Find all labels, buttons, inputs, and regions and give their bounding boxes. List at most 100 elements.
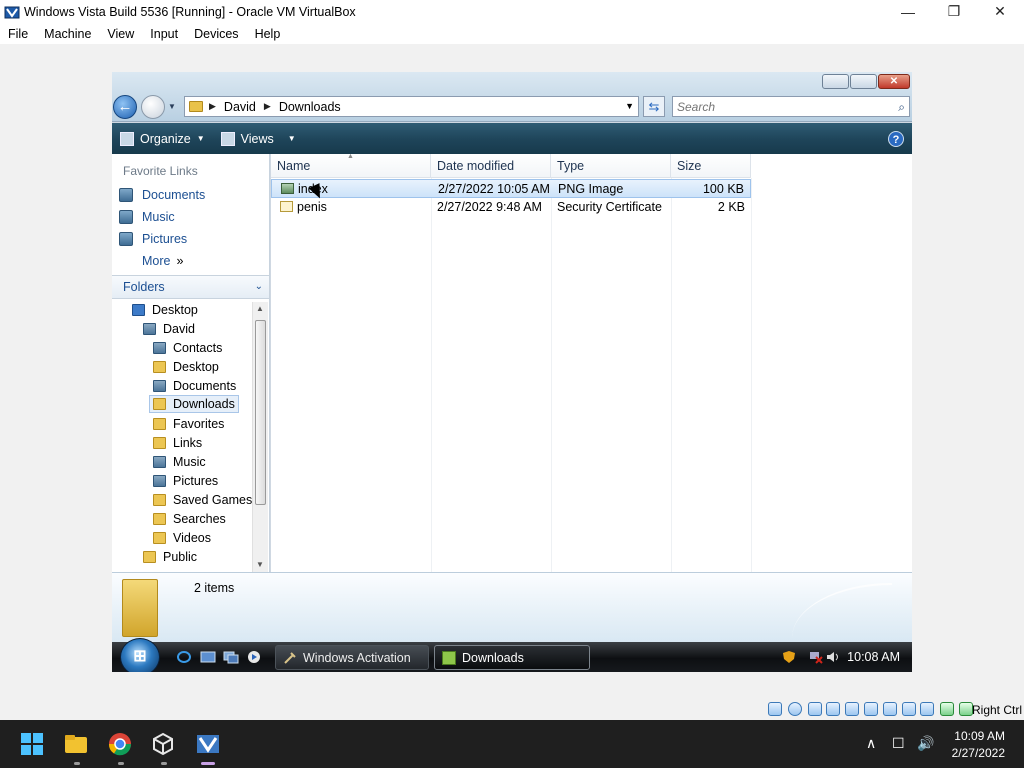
search-box[interactable]: ⌕ (672, 96, 910, 117)
restore-button[interactable]: ❐ (931, 0, 977, 23)
chevron-down-icon: ▼ (196, 134, 205, 143)
taskbar-button-windows-activation[interactable]: Windows Activation (275, 645, 429, 670)
recent-pages-dropdown[interactable]: ▼ (168, 102, 176, 111)
host-clock[interactable]: 10:09 AM 2/27/2022 (952, 728, 1005, 762)
favorite-link-pictures[interactable]: Pictures (119, 232, 187, 246)
tree-item-label: Downloads (173, 397, 235, 411)
favorite-links-more[interactable]: More » (142, 254, 183, 268)
network-icon[interactable]: ☐ (892, 735, 905, 752)
menu-input[interactable]: Input (142, 27, 186, 41)
guest-close-button[interactable]: ✕ (878, 74, 910, 89)
favorite-link-music[interactable]: Music (119, 210, 175, 224)
switch-windows-icon[interactable] (223, 650, 239, 664)
windows-start-icon[interactable] (20, 732, 44, 756)
tree-item-saved-games[interactable]: Saved Games (153, 491, 255, 509)
tree-item-documents[interactable]: Documents (153, 377, 239, 395)
help-icon[interactable]: ? (888, 131, 904, 147)
network-disconnected-icon[interactable] (809, 650, 823, 664)
mouse-integration-icon[interactable] (959, 702, 973, 716)
breadcrumb-david[interactable]: David (224, 100, 256, 114)
tree-item-user-desktop[interactable]: Desktop (153, 358, 222, 376)
tree-item-links[interactable]: Links (153, 434, 205, 452)
menu-view[interactable]: View (99, 27, 142, 41)
shared-folders-icon[interactable] (864, 702, 878, 716)
volume-icon[interactable]: 🔊 (917, 735, 934, 752)
internet-explorer-icon[interactable] (176, 650, 192, 664)
user-folder-icon (143, 323, 156, 335)
network-icon[interactable] (826, 702, 840, 716)
virtualbox-icon (4, 6, 20, 18)
back-button[interactable]: ← (113, 95, 137, 119)
show-desktop-icon[interactable] (200, 650, 216, 664)
start-button[interactable]: ⊞ (120, 638, 160, 672)
scroll-up-icon[interactable]: ▲ (256, 304, 264, 313)
breadcrumb-arrow-icon[interactable]: ▶ (264, 101, 271, 112)
audio-icon[interactable] (808, 702, 822, 716)
tree-item-public[interactable]: Public (143, 548, 200, 566)
refresh-button[interactable]: ⇆ (643, 96, 665, 117)
chrome-icon[interactable] (108, 732, 132, 756)
breadcrumb-downloads[interactable]: Downloads (279, 100, 341, 114)
menu-devices[interactable]: Devices (186, 27, 246, 41)
file-explorer-icon[interactable] (64, 732, 88, 756)
views-button[interactable]: Views ▼ (220, 131, 296, 146)
column-header-size[interactable]: Size (671, 154, 751, 178)
tree-item-favorites[interactable]: Favorites (153, 415, 227, 433)
guest-screen[interactable]: ✕ ← ▼ ▶ David ▶ Downloads ▼ ⇆ ⌕ Organize… (112, 72, 912, 672)
favorite-link-documents[interactable]: Documents (119, 188, 205, 202)
scrollbar-thumb[interactable] (255, 320, 266, 505)
guest-additions-icon[interactable] (940, 702, 954, 716)
tree-item-videos[interactable]: Videos (153, 529, 214, 547)
virtual-machine-window-icon[interactable] (196, 732, 220, 756)
tree-item-searches[interactable]: Searches (153, 510, 229, 528)
organize-button[interactable]: Organize ▼ (120, 131, 205, 146)
column-header-type[interactable]: Type (551, 154, 671, 178)
security-shield-icon[interactable] (782, 650, 796, 664)
search-input[interactable] (677, 99, 887, 114)
media-player-icon[interactable] (246, 650, 262, 664)
folder-icon (153, 437, 166, 449)
tree-item-david[interactable]: David (143, 320, 198, 338)
guest-clock[interactable]: 10:08 AM (847, 650, 900, 664)
menu-help[interactable]: Help (247, 27, 289, 41)
scroll-down-icon[interactable]: ▼ (256, 560, 264, 569)
virtualbox-cube-icon[interactable] (151, 732, 175, 756)
chevron-down-icon: ▼ (287, 134, 296, 143)
host-key-label: Right Ctrl (971, 703, 1022, 717)
search-icon[interactable]: ⌕ (898, 100, 905, 115)
tree-item-downloads[interactable]: Downloads (149, 395, 239, 413)
address-dropdown-icon[interactable]: ▼ (625, 101, 634, 111)
tree-item-label: Public (163, 550, 198, 564)
tree-item-contacts[interactable]: Contacts (153, 339, 225, 357)
virtualization-icon[interactable] (920, 702, 934, 716)
guest-minimize-button[interactable] (822, 74, 849, 89)
file-row-penis[interactable]: penis 2/27/2022 9:48 AM Security Certifi… (271, 198, 751, 217)
folders-label: Folders (123, 280, 165, 294)
volume-icon[interactable] (826, 650, 840, 664)
guest-maximize-button[interactable] (850, 74, 877, 89)
chevron-up-icon[interactable]: ∧ (866, 735, 876, 752)
close-button[interactable]: ✕ (977, 0, 1023, 23)
display-icon[interactable] (883, 702, 897, 716)
folder-tree-scrollbar[interactable]: ▲ ▼ (252, 302, 268, 572)
address-bar[interactable]: ▶ David ▶ Downloads ▼ (184, 96, 639, 117)
hard-disk-icon[interactable] (768, 702, 782, 716)
tree-item-label: Searches (173, 512, 226, 526)
column-header-name[interactable]: Name ▲ (271, 153, 431, 178)
forward-button[interactable] (141, 95, 165, 119)
column-header-date[interactable]: Date modified (431, 154, 551, 178)
optical-drive-icon[interactable] (788, 702, 802, 716)
menu-file[interactable]: File (0, 27, 36, 41)
minimize-button[interactable]: — (885, 0, 931, 23)
menu-machine[interactable]: Machine (36, 27, 99, 41)
file-row-index[interactable]: index 2/27/2022 10:05 AM PNG Image 100 K… (271, 179, 751, 198)
tree-item-pictures[interactable]: Pictures (153, 472, 221, 490)
breadcrumb-arrow-icon[interactable]: ▶ (209, 101, 216, 112)
favorite-link-label: Pictures (142, 232, 188, 246)
taskbar-button-downloads[interactable]: Downloads (434, 645, 590, 670)
tree-item-desktop[interactable]: Desktop (132, 301, 201, 319)
usb-icon[interactable] (845, 702, 859, 716)
recording-icon[interactable] (902, 702, 916, 716)
tree-item-music[interactable]: Music (153, 453, 209, 471)
folders-header[interactable]: Folders ⌄ (112, 275, 269, 299)
